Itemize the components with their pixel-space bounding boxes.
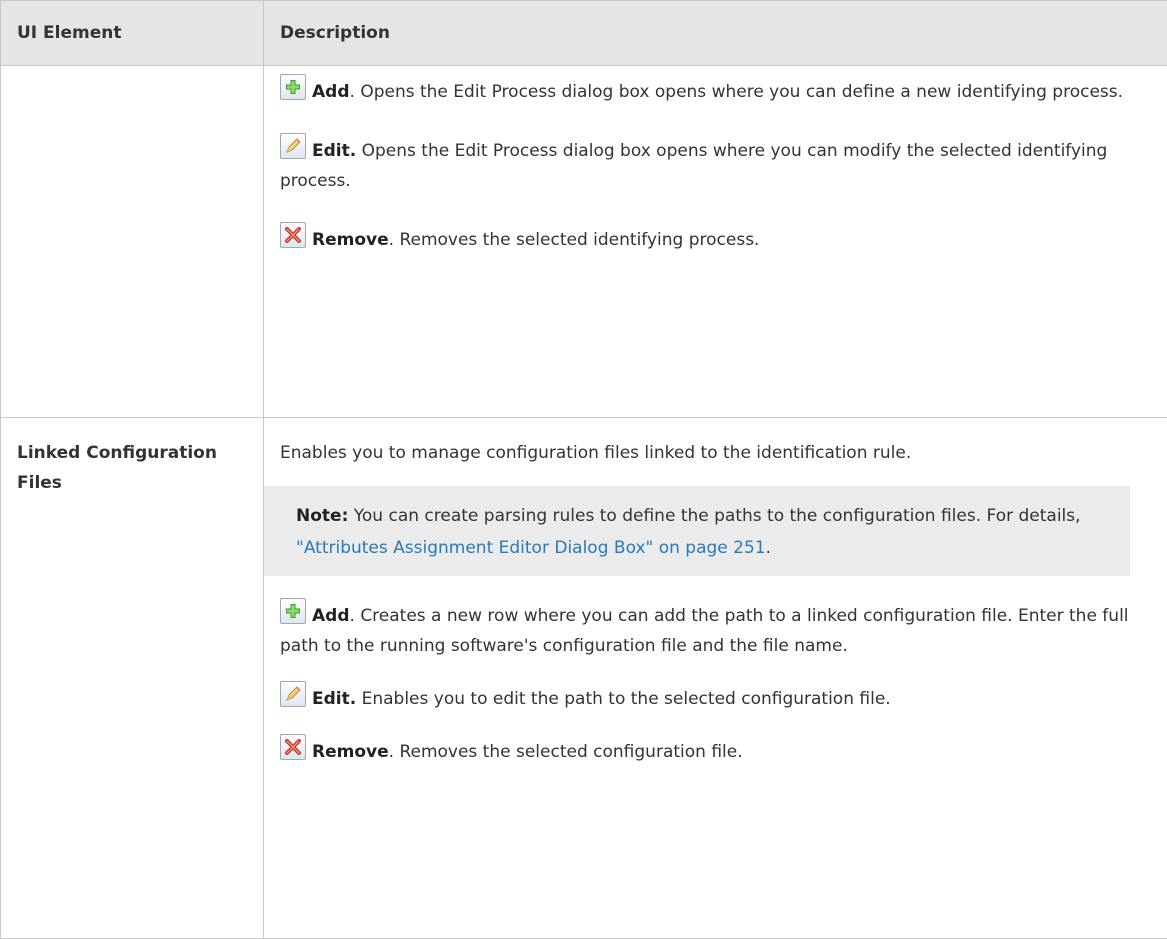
add-label: Add xyxy=(312,606,350,626)
separator: . xyxy=(389,742,400,762)
edit-label: Edit. xyxy=(312,689,356,709)
edit-description: Enables you to edit the path to the sele… xyxy=(362,689,891,709)
remove-icon xyxy=(280,222,306,248)
remove-description: Removes the selected identifying process… xyxy=(399,230,759,250)
row1-element-name xyxy=(1,66,264,418)
edit-label: Edit. xyxy=(312,141,356,161)
table-header-row: UI Element Description xyxy=(1,1,1167,66)
row2-add-item: Add. Creates a new row where you can add… xyxy=(280,598,1151,661)
note-text: You can create parsing rules to define t… xyxy=(348,506,1080,526)
row2-element-name: Linked Configuration Files xyxy=(1,418,264,939)
attributes-assignment-link[interactable]: "Attributes Assignment Editor Dialog Box… xyxy=(296,538,766,558)
row2-edit-item: Edit. Enables you to edit the path to th… xyxy=(280,681,1151,714)
note-label: Note: xyxy=(296,506,348,526)
note-box: Note: You can create parsing rules to de… xyxy=(264,486,1130,576)
add-description: Opens the Edit Process dialog box opens … xyxy=(360,82,1123,102)
row1-remove-item: Remove. Removes the selected identifying… xyxy=(280,222,1151,255)
header-ui-element: UI Element xyxy=(1,1,264,66)
table-row: Linked Configuration Files Enables you t… xyxy=(1,418,1167,939)
ui-element-table: UI Element Description Add. Opens the Ed… xyxy=(0,0,1167,939)
row1-description: Add. Opens the Edit Process dialog box o… xyxy=(264,66,1167,418)
separator: . xyxy=(350,82,361,102)
add-description: Creates a new row where you can add the … xyxy=(280,606,1129,656)
edit-icon xyxy=(280,133,306,159)
separator: . xyxy=(389,230,400,250)
remove-label: Remove xyxy=(312,230,389,250)
add-icon xyxy=(280,74,306,100)
edit-description: Opens the Edit Process dialog box opens … xyxy=(280,141,1107,191)
edit-icon xyxy=(280,681,306,707)
row1-edit-item: Edit. Opens the Edit Process dialog box … xyxy=(280,133,1151,196)
table-row: Add. Opens the Edit Process dialog box o… xyxy=(1,66,1167,418)
page: UI Element Description Add. Opens the Ed… xyxy=(0,0,1167,905)
separator: . xyxy=(350,606,361,626)
row2-remove-item: Remove. Removes the selected configurati… xyxy=(280,734,1151,767)
add-icon xyxy=(280,598,306,624)
note-end: . xyxy=(766,538,771,558)
remove-description: Removes the selected configuration file. xyxy=(399,742,742,762)
row2-intro: Enables you to manage configuration file… xyxy=(280,438,1151,468)
remove-icon xyxy=(280,734,306,760)
header-description: Description xyxy=(264,1,1167,66)
row1-add-item: Add. Opens the Edit Process dialog box o… xyxy=(280,74,1151,107)
row2-description: Enables you to manage configuration file… xyxy=(264,418,1167,939)
add-label: Add xyxy=(312,82,350,102)
remove-label: Remove xyxy=(312,742,389,762)
